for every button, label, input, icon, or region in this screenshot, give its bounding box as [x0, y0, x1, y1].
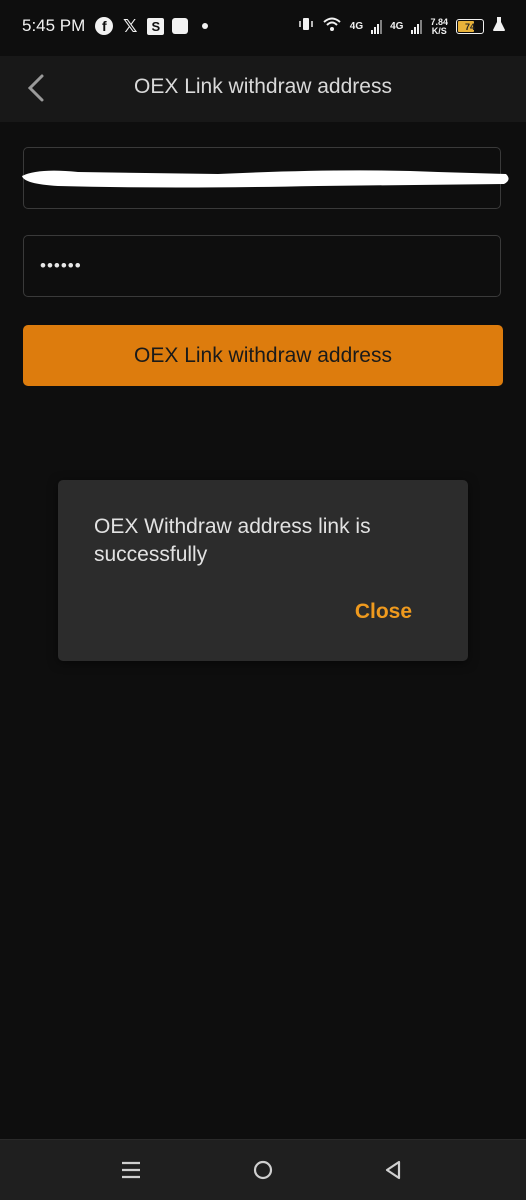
redaction-scribble — [22, 170, 509, 188]
password-field[interactable]: •••••• — [23, 235, 501, 297]
system-back-button[interactable] — [377, 1154, 409, 1186]
page-title: OEX Link withdraw address — [134, 75, 392, 98]
app-header: OEX Link withdraw address — [0, 56, 526, 122]
network-label-1: 4G — [349, 21, 364, 32]
home-icon — [253, 1160, 273, 1180]
status-right: 4G 4G 7.84 K/S 74 — [298, 16, 506, 37]
battery-icon: 74 — [456, 19, 484, 34]
home-button[interactable] — [247, 1154, 279, 1186]
password-value: •••••• — [40, 256, 82, 275]
back-icon — [385, 1160, 401, 1180]
x-icon: 𝕏 — [123, 15, 138, 36]
network-speed: 7.84 K/S — [430, 17, 448, 36]
status-left: 5:45 PM f 𝕏 S — [22, 15, 209, 36]
network-label-2: 4G — [390, 21, 404, 32]
square-app-icon — [172, 18, 189, 34]
chevron-left-icon — [27, 74, 44, 102]
back-button[interactable] — [18, 70, 54, 106]
system-nav-bar — [0, 1139, 526, 1200]
dot-icon — [202, 23, 209, 29]
signal-icon — [371, 19, 383, 34]
close-button[interactable]: Close — [355, 600, 412, 624]
recent-apps-button[interactable] — [115, 1154, 147, 1186]
wifi-icon — [322, 16, 342, 37]
speed-unit: K/S — [431, 25, 447, 36]
success-dialog: OEX Withdraw address link is successfull… — [58, 480, 468, 661]
s-app-icon: S — [147, 17, 165, 35]
flask-icon — [492, 16, 506, 37]
status-time: 5:45 PM — [22, 16, 86, 35]
dialog-message: OEX Withdraw address link is successfull… — [94, 515, 371, 566]
battery-level: 74 — [464, 21, 475, 32]
status-bar: 5:45 PM f 𝕏 S 4G 4G 7.84 K/S 74 — [0, 0, 526, 56]
facebook-icon: f — [95, 17, 114, 35]
signal-icon — [411, 19, 423, 34]
vibrate-icon — [298, 16, 314, 37]
link-address-button[interactable]: OEX Link withdraw address — [23, 325, 503, 386]
menu-icon — [122, 1161, 140, 1179]
